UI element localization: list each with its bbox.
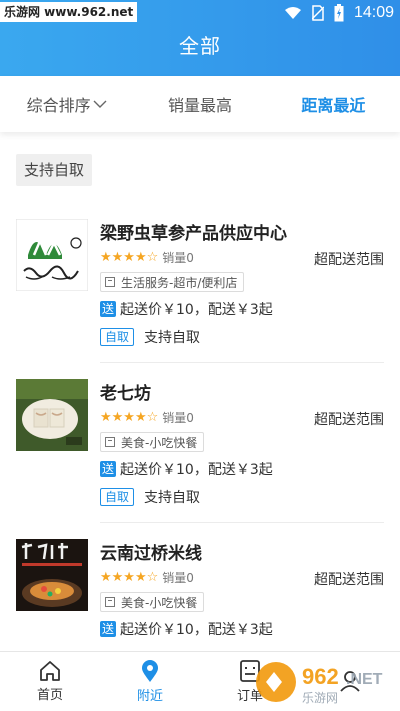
watermark-logo: 962 .NET 乐游网 [256, 662, 383, 705]
category-tag: 美食-小吃快餐 [100, 592, 205, 612]
pickup-text: 支持自取 [144, 330, 201, 346]
delivery-range: 超配送范围 [314, 572, 384, 588]
sort-tab-comprehensive[interactable]: 综合排序 [0, 92, 133, 116]
store-logo [16, 219, 88, 291]
shop-icon [105, 277, 115, 287]
watermark-label: 乐游网 www.962.net [0, 2, 138, 22]
store-list: 梁野虫草参产品供应中心 ★★★★☆ 销量0 超配送范围 生活服务-超市/便利店 … [0, 203, 400, 683]
shop-icon [105, 597, 115, 607]
sales-count: 销量0 [162, 411, 194, 425]
store-item[interactable]: 梁野虫草参产品供应中心 ★★★★☆ 销量0 超配送范围 生活服务-超市/便利店 … [0, 203, 400, 363]
store-name: 梁野虫草参产品供应中心 [100, 224, 287, 244]
filter-chip-pickup[interactable]: 支持自取 [16, 154, 93, 186]
store-name: 云南过桥米线 [100, 544, 202, 564]
svg-text:乐游网: 乐游网 [302, 691, 338, 705]
status-time: 14:09 [353, 4, 394, 21]
sort-tab-sales[interactable]: 销量最高 [133, 92, 266, 116]
store-image [16, 539, 88, 611]
page-title: 全部 [179, 34, 221, 58]
delivery-badge: 送 [100, 461, 116, 477]
pickup-badge: 自取 [100, 328, 135, 346]
delivery-badge: 送 [100, 301, 116, 317]
battery-charging-icon [334, 4, 344, 22]
delivery-range: 超配送范围 [314, 252, 384, 268]
category-tag: 美食-小吃快餐 [100, 432, 205, 452]
delivery-range: 超配送范围 [314, 412, 384, 428]
chevron-down-icon [93, 100, 107, 108]
store-name: 老七坊 [100, 384, 151, 404]
svg-text:.NET: .NET [346, 671, 383, 688]
no-sim-icon [311, 5, 324, 21]
category-tag: 生活服务-超市/便利店 [100, 272, 245, 292]
sort-tab-distance[interactable]: 距离最近 [267, 92, 400, 116]
wifi-icon [284, 7, 301, 19]
star-rating: ★★★★☆ [100, 250, 159, 265]
home-icon [40, 661, 60, 681]
svg-text:962: 962 [302, 664, 339, 689]
nav-home[interactable]: 首页 [0, 652, 100, 711]
nav-nearby[interactable]: 附近 [100, 652, 200, 711]
corner-watermark: 962 .NET 乐游网 [254, 658, 394, 706]
sort-bar: 综合排序 销量最高 距离最近 [0, 76, 400, 132]
delivery-fee: 起送价￥10，配送￥3起 [120, 622, 273, 638]
delivery-badge: 送 [100, 621, 116, 637]
status-bar: 乐游网 www.962.net 14:09 [0, 0, 400, 26]
app-header: 乐游网 www.962.net 14:09 全部 [0, 0, 400, 76]
delivery-fee: 起送价￥10，配送￥3起 [120, 462, 273, 478]
pickup-badge: 自取 [100, 488, 135, 506]
shop-icon [105, 437, 115, 447]
store-image [16, 379, 88, 451]
star-rating: ★★★★☆ [100, 410, 159, 425]
location-pin-icon [142, 660, 158, 682]
store-item[interactable]: 老七坊 ★★★★☆ 销量0 超配送范围 美食-小吃快餐 送 起送价￥10，配送￥… [0, 363, 400, 523]
sales-count: 销量0 [162, 251, 194, 265]
pickup-text: 支持自取 [144, 490, 201, 506]
delivery-fee: 起送价￥10，配送￥3起 [120, 302, 273, 318]
star-rating: ★★★★☆ [100, 570, 159, 585]
sales-count: 销量0 [162, 571, 194, 585]
